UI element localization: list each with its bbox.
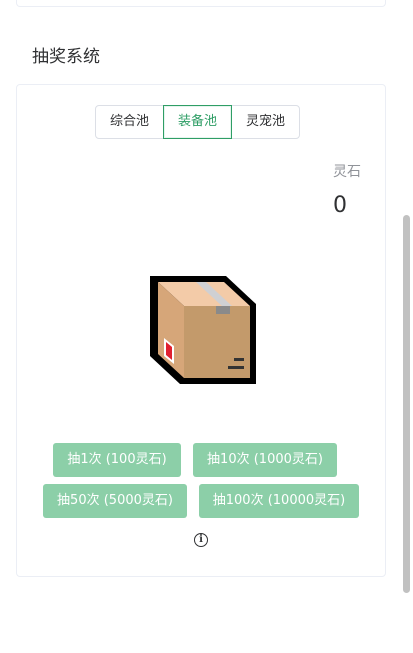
tab-general-pool[interactable]: 综合池 [95, 105, 165, 139]
pool-tabs: 综合池 装备池 灵宠池 [95, 105, 301, 139]
package-box-icon [150, 276, 256, 384]
spirit-stone-value: 0 [333, 193, 347, 218]
draw-100-button[interactable]: 抽100次 (10000灵石) [199, 484, 359, 518]
draw-1-button[interactable]: 抽1次 (100灵石) [53, 443, 181, 477]
tab-pet-pool[interactable]: 灵宠池 [231, 105, 301, 139]
draw-50-button[interactable]: 抽50次 (5000灵石) [43, 484, 187, 518]
gacha-panel: 综合池 装备池 灵宠池 灵石 0 抽1次 (100灵石) 抽10次 (1000灵… [16, 84, 386, 577]
scrollbar-track[interactable] [401, 0, 413, 653]
section-title: 抽奖系统 [32, 47, 100, 67]
draw-10-button[interactable]: 抽10次 (1000灵石) [193, 443, 337, 477]
info-circle-icon[interactable]: i [194, 533, 208, 547]
scrollbar-thumb[interactable] [403, 215, 410, 593]
previous-card [16, 0, 386, 7]
spirit-stone-label: 灵石 [333, 164, 361, 180]
tab-equipment-pool[interactable]: 装备池 [163, 105, 233, 139]
